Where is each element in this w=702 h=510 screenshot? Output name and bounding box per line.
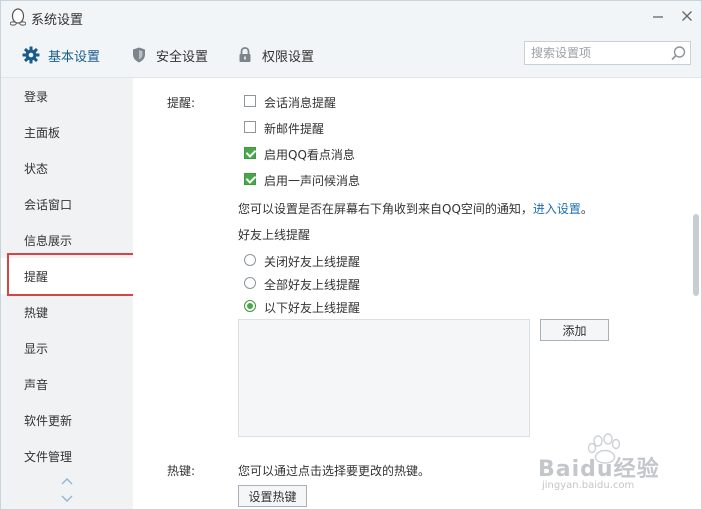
selected-friends-online-label[interactable]: 以下好友上线提醒 — [264, 299, 360, 316]
disable-friend-online-label[interactable]: 关闭好友上线提醒 — [264, 253, 360, 270]
sidebar-item-login[interactable]: 登录 — [1, 78, 133, 114]
close-icon — [682, 11, 692, 21]
chevron-up-icon — [61, 478, 73, 485]
set-hotkey-button[interactable]: 设置热键 — [238, 485, 307, 507]
title-bar[interactable]: 系统设置 — [1, 1, 701, 33]
sidebar-item-software-update[interactable]: 软件更新 — [1, 402, 133, 438]
scrollbar-thumb[interactable] — [693, 214, 699, 296]
all-friends-online-radio[interactable] — [244, 277, 256, 289]
qzone-notice-end: 。 — [580, 202, 593, 216]
sidebar-item-label: 声音 — [24, 377, 49, 392]
qq-kandian-label[interactable]: 启用QQ看点消息 — [264, 146, 355, 163]
tab-security-settings[interactable]: 安全设置 — [130, 33, 208, 77]
qq-kandian-checkbox[interactable] — [244, 147, 256, 159]
top-nav: 基本设置 安全设置 权限设置 — [1, 33, 701, 78]
sidebar-item-reminders[interactable]: 提醒 — [1, 258, 133, 294]
friend-online-title: 好友上线提醒 — [238, 228, 311, 242]
qq-penguin-icon — [10, 8, 26, 26]
friend-list-box[interactable] — [238, 319, 530, 437]
selected-friends-online-radio[interactable] — [244, 300, 256, 312]
qzone-notice-text: 您可以设置是否在屏幕右下角收到来自QQ空间的通知，进入设置。 — [238, 200, 593, 217]
disable-friend-online-radio[interactable] — [244, 254, 256, 266]
sidebar-item-label: 信息展示 — [24, 233, 73, 248]
minimize-icon — [653, 16, 663, 18]
add-friend-button[interactable]: 添加 — [540, 319, 609, 341]
tab-security-settings-label: 安全设置 — [156, 49, 209, 65]
shield-icon — [130, 46, 148, 64]
minimize-button[interactable] — [646, 5, 670, 27]
sidebar-item-display[interactable]: 显示 — [1, 330, 133, 366]
tab-basic-settings-label: 基本设置 — [48, 49, 101, 65]
sidebar-item-label: 登录 — [24, 89, 49, 104]
sidebar-item-status[interactable]: 状态 — [1, 150, 133, 186]
search-icon[interactable] — [670, 45, 687, 62]
chat-message-reminder-label[interactable]: 会话消息提醒 — [264, 94, 336, 111]
qzone-notice-body: 您可以设置是否在屏幕右下角收到来自QQ空间的通知， — [238, 202, 533, 216]
sidebar-item-label: 会话窗口 — [24, 197, 73, 212]
tab-permission-settings-label: 权限设置 — [262, 49, 315, 65]
settings-content: 提醒: 会话消息提醒 新邮件提醒 启用QQ看点消息 启用一声问候消息 您可以设置… — [133, 78, 701, 509]
sidebar-item-label: 热键 — [24, 305, 49, 320]
content-scrollbar[interactable] — [693, 78, 701, 509]
sidebar-item-label: 显示 — [24, 341, 49, 356]
chevron-down-icon — [61, 495, 73, 502]
new-mail-reminder-checkbox[interactable] — [244, 121, 256, 133]
sidebar-item-label: 提醒 — [24, 269, 49, 284]
greeting-message-label[interactable]: 启用一声问候消息 — [264, 172, 360, 189]
all-friends-online-label[interactable]: 全部好友上线提醒 — [264, 276, 360, 293]
lock-icon — [236, 46, 254, 64]
sidebar-item-info-display[interactable]: 信息展示 — [1, 222, 133, 258]
window-title: 系统设置 — [31, 13, 84, 28]
close-button[interactable] — [675, 5, 699, 27]
settings-window: 系统设置 基本设置 安全设置 权限设置 搜索设置项 登录 主面板 状态 会话窗口… — [0, 0, 702, 510]
tab-basic-settings[interactable]: 基本设置 — [22, 33, 100, 77]
sidebar-item-hotkeys[interactable]: 热键 — [1, 294, 133, 330]
sidebar-item-label: 文件管理 — [24, 449, 73, 464]
sidebar-item-main-panel[interactable]: 主面板 — [1, 114, 133, 150]
sidebar-item-chat-window[interactable]: 会话窗口 — [1, 186, 133, 222]
enter-settings-link[interactable]: 进入设置 — [533, 202, 581, 216]
chat-message-reminder-checkbox[interactable] — [244, 95, 256, 107]
sidebar-scroll-down-button[interactable] — [60, 494, 74, 504]
hotkeys-section-label: 热键: — [167, 464, 196, 478]
sidebar-item-file-management[interactable]: 文件管理 — [1, 438, 133, 474]
new-mail-reminder-label[interactable]: 新邮件提醒 — [264, 120, 324, 137]
hotkeys-description: 您可以通过点击选择要更改的热键。 — [238, 464, 431, 478]
reminders-section-label: 提醒: — [167, 96, 196, 110]
sidebar-item-label: 主面板 — [24, 125, 61, 140]
gear-icon — [22, 46, 40, 64]
sidebar: 登录 主面板 状态 会话窗口 信息展示 提醒 热键 显示 声音 软件更新 文件管… — [1, 78, 133, 509]
greeting-message-checkbox[interactable] — [244, 173, 256, 185]
sidebar-scroll-up-button[interactable] — [60, 476, 74, 486]
search-input[interactable] — [531, 44, 661, 62]
sidebar-item-label: 状态 — [24, 161, 49, 176]
tab-permission-settings[interactable]: 权限设置 — [236, 33, 314, 77]
sidebar-item-sound[interactable]: 声音 — [1, 366, 133, 402]
search-box[interactable] — [524, 41, 691, 65]
sidebar-item-label: 软件更新 — [24, 413, 73, 428]
